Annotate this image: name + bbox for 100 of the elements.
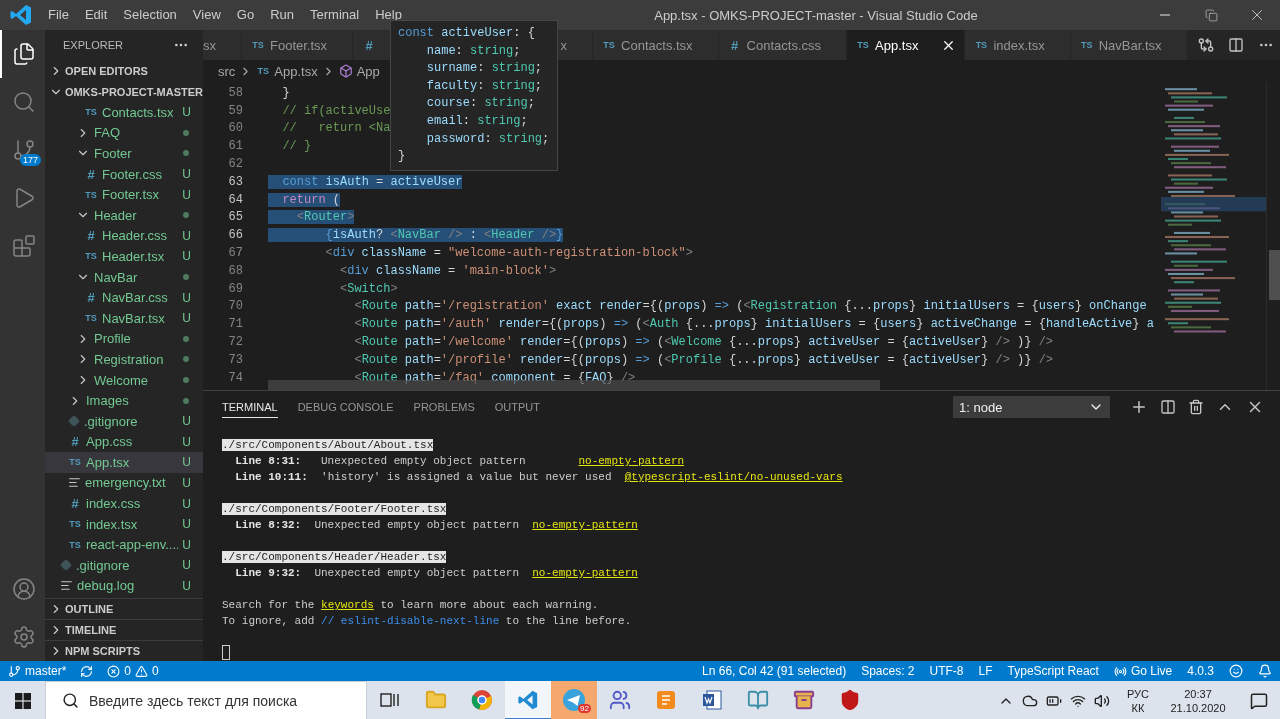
activity-button[interactable]: 177 <box>0 126 45 174</box>
tree-entry[interactable]: # NavBar.css U <box>45 287 203 308</box>
line-number: 69 <box>227 281 244 296</box>
file-type-icon: TS <box>68 519 82 530</box>
folder-item[interactable]: Welcome <box>45 369 203 391</box>
taskbar-search-field[interactable]: Введите здесь текст для поиска <box>45 681 367 719</box>
menu-item[interactable]: File <box>40 0 77 30</box>
line-number: 74 <box>227 370 244 385</box>
file-type-icon: # <box>68 434 82 450</box>
editor-tab[interactable]: TS Footer.tsx <box>242 30 354 60</box>
menu-item[interactable]: Go <box>228 0 263 30</box>
tree-entry[interactable]: TS NavBar.tsx U <box>45 307 203 329</box>
panel-tab[interactable]: PROBLEMS <box>413 396 475 418</box>
problems-status[interactable]: 0 0 <box>107 664 159 678</box>
editor-tab[interactable]: # Contacts.css <box>718 30 848 60</box>
terminal-select[interactable]: 1: node <box>953 396 1110 418</box>
line-number: 67 <box>227 246 244 261</box>
file-type-icon: TS <box>974 40 989 50</box>
code-line: <Route path='/registration' exact render={(props) => (<Registration {...props} initialUsers = {users} onChange <box>353 299 1147 314</box>
tab-label: Contacts.css <box>746 37 822 53</box>
breadcrumb[interactable]: App <box>338 63 380 79</box>
section-header[interactable]: TIMELINE <box>45 619 203 640</box>
error-count: 0 <box>124 664 132 678</box>
tree-entry[interactable]: TS index.tsx U <box>45 513 203 535</box>
editor-tab[interactable]: sx <box>203 30 242 60</box>
editor-tab[interactable]: TS index.tsx <box>965 30 1071 60</box>
menu-item[interactable]: Selection <box>115 0 185 30</box>
tree-entry[interactable]: TS Header.tsx U <box>45 246 203 267</box>
breadcrumb[interactable]: src <box>218 63 236 79</box>
status-letter: U <box>182 249 191 264</box>
code-line: email: string; <box>425 112 529 130</box>
section-header[interactable]: OPEN EDITORS <box>45 60 203 81</box>
terminal-line: To ignore, add // eslint-disable-next-line to the line before. <box>222 614 632 629</box>
code-line: <Route path='/auth' render={(props) => (<Auth {...props} initialUsers = {users} activeChange = {handleActive} a <box>353 317 1154 332</box>
folder-item[interactable]: Registration <box>45 349 203 370</box>
taskbar-app[interactable]: 92 <box>551 681 597 719</box>
folder-item[interactable]: Footer <box>45 143 203 164</box>
line-number: 70 <box>227 299 244 314</box>
count-badge: 177 <box>19 154 41 166</box>
panel-tab[interactable]: DEBUG CONSOLE <box>297 396 394 418</box>
line-number: 62 <box>227 157 244 172</box>
folder-item[interactable]: Header <box>45 204 203 226</box>
status-letter: U <box>182 537 191 552</box>
code-line: <Route path='/profile' render={(props) => (<Profile {...props} activeUser = {activeUser} /> )} /> <box>353 352 1054 367</box>
folder-item[interactable]: FAQ <box>45 122 203 144</box>
code-line: surname: string; <box>425 60 544 78</box>
tree-entry[interactable]: TS App.tsx U <box>45 452 203 473</box>
line-number: 68 <box>227 263 244 278</box>
menu-item[interactable]: Run <box>262 0 302 30</box>
panel-tab[interactable]: OUTPUT <box>494 396 540 418</box>
code-line: <Route path='/faq' component = {FAQ} /> <box>353 370 636 385</box>
line-number: 71 <box>227 317 244 332</box>
file-type-icon: # <box>84 166 98 182</box>
line-number: 64 <box>227 192 244 207</box>
tree-entry[interactable]: # index.css U <box>45 493 203 514</box>
tree-entry[interactable]: debug.log U <box>45 575 203 597</box>
status-item[interactable]: Ln 66, Col 42 (91 selected) <box>702 664 847 678</box>
branch-status[interactable]: master* <box>8 664 67 678</box>
tab-label: Contacts.tsx <box>621 37 693 53</box>
tree-entry[interactable]: # App.css U <box>45 431 203 453</box>
folder-item[interactable]: Profile <box>45 328 203 350</box>
line-number: 63 <box>227 174 244 189</box>
breadcrumb[interactable]: TS App.tsx <box>256 63 318 79</box>
tree-entry[interactable]: .gitignore U <box>45 555 203 576</box>
editor-tab[interactable]: TS NavBar.tsx <box>1070 30 1188 60</box>
panel-tab[interactable]: TERMINAL <box>222 396 278 418</box>
tree-entry[interactable]: emergency.txt U <box>45 472 203 494</box>
status-item[interactable]: TypeScript React <box>1007 664 1099 678</box>
folder-item[interactable]: NavBar <box>45 266 203 288</box>
menu-item[interactable]: View <box>184 0 229 30</box>
line-number: 58 <box>227 85 244 100</box>
file-type-icon: TS <box>68 539 82 550</box>
editor-tab[interactable]: TS Contacts.tsx <box>593 30 719 60</box>
code-line: <Route path='/welcome' render={(props) => (<Welcome {...props} activeUser = {activeUser} /> )} /> <box>353 335 1054 350</box>
status-item[interactable]: LF <box>978 664 993 678</box>
status-letter: U <box>182 105 191 120</box>
folder-item[interactable]: Images <box>45 390 203 411</box>
menu-item[interactable]: Edit <box>76 0 116 30</box>
line-number: 59 <box>227 103 244 118</box>
menu-item[interactable]: Terminal <box>302 0 368 30</box>
editor-tab[interactable]: TS App.tsx <box>847 30 966 60</box>
tree-entry[interactable]: TS Contacts.tsx U <box>45 102 203 123</box>
go-live-button[interactable]: Go Live <box>1113 664 1173 678</box>
status-item[interactable]: Spaces: 2 <box>861 664 915 678</box>
file-type-icon: TS <box>84 189 98 200</box>
language-indicator[interactable]: РУС КК <box>1118 686 1158 715</box>
tree-entry[interactable]: .gitignore U <box>45 410 203 432</box>
clock[interactable]: 20:37 21.10.2020 <box>1166 686 1230 715</box>
section-header[interactable]: OMKS-PROJECT-MASTER <box>45 81 203 102</box>
status-item[interactable]: 4.0.3 <box>1187 664 1214 678</box>
status-item[interactable]: UTF-8 <box>929 664 964 678</box>
code-line: faculty: string; <box>425 77 544 95</box>
section-header[interactable]: OUTLINE <box>45 598 203 619</box>
tree-entry[interactable]: # Header.css U <box>45 225 203 247</box>
code-line: // if(activeUse <box>281 103 391 118</box>
tree-entry[interactable]: # Footer.css U <box>45 163 203 185</box>
tree-entry[interactable]: TS react-app-env.... U <box>45 534 203 556</box>
code-line: } <box>281 85 290 100</box>
status-letter: U <box>182 476 191 490</box>
tree-entry[interactable]: TS Footer.tsx U <box>45 184 203 205</box>
